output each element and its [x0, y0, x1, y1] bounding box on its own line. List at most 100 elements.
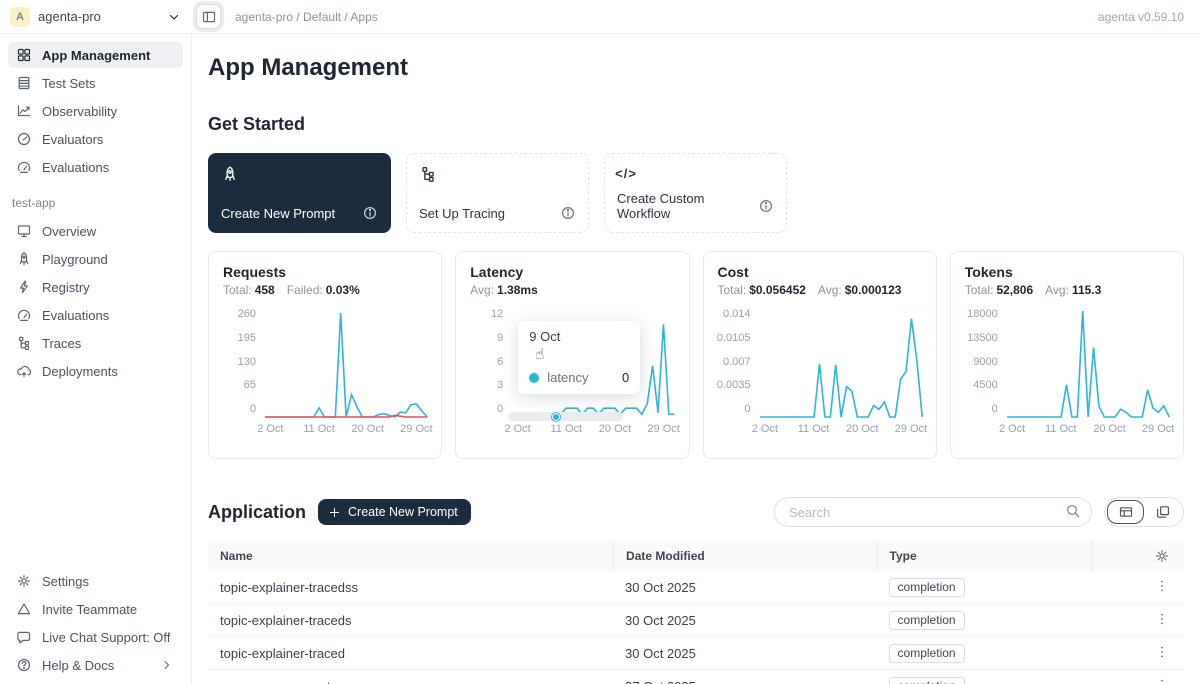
tooltip-series-name: latency [547, 370, 588, 385]
main-content: App Management Get Started Create New Pr… [192, 34, 1200, 684]
dots-vertical-icon[interactable] [1154, 611, 1170, 627]
tree-icon [419, 165, 437, 183]
dots-vertical-icon[interactable] [1154, 677, 1170, 684]
chart-plot[interactable] [1007, 311, 1169, 417]
sidebar-item-invite-teammate[interactable]: Invite Teammate [8, 596, 183, 622]
y-tick-label: 9000 [973, 357, 997, 368]
chart-hover-band [508, 412, 622, 421]
table-row-career-assessment[interactable]: career-assessment27 Oct 2025 completion [208, 670, 1184, 684]
x-tick-label: 20 Oct [846, 423, 878, 435]
chart-stats: Avg:1.38ms [470, 283, 674, 297]
sidebar-item-label: Evaluations [42, 160, 109, 175]
cell-date-modified: 27 Oct 2025 [613, 679, 877, 684]
series-dot-icon [529, 373, 539, 383]
search-icon[interactable] [1065, 503, 1081, 519]
get-started-card-set-up-tracing[interactable]: Set Up Tracing [406, 153, 589, 233]
info-icon[interactable] [362, 205, 378, 221]
table-view-button[interactable] [1107, 500, 1144, 524]
y-tick-label: 0.014 [723, 309, 751, 320]
dots-vertical-icon[interactable] [1154, 578, 1170, 594]
get-started-cards: Create New PromptSet Up Tracing</>Create… [208, 153, 1184, 233]
sidebar-item-label: Registry [42, 280, 90, 295]
chart-plot[interactable] [760, 311, 922, 417]
sidebar-item-evaluators[interactable]: Evaluators [8, 126, 183, 152]
sidebar-item-settings[interactable]: Settings [8, 568, 183, 594]
table-row-topic-explainer-traced[interactable]: topic-explainer-traced30 Oct 2025complet… [208, 637, 1184, 670]
sidebar-item-deployments[interactable]: Deployments [8, 358, 183, 384]
y-tick-label: 260 [238, 309, 256, 320]
chart-stat: Total:52,806 [965, 283, 1033, 297]
table-view-icon [1118, 504, 1134, 520]
chart-stat: Avg:$0.000123 [818, 283, 902, 297]
get-started-heading: Get Started [208, 114, 1184, 135]
y-tick-label: 12 [491, 309, 503, 320]
sidebar-item-label: Overview [42, 224, 96, 239]
get-started-card-create-custom-workflow[interactable]: </>Create Custom Workflow [604, 153, 787, 233]
type-badge: completion [889, 611, 965, 630]
sidebar-item-app-management[interactable]: App Management [8, 42, 183, 68]
chart-plot[interactable] [265, 311, 427, 417]
x-tick-label: 29 Oct [895, 423, 927, 435]
cloud-icon [16, 363, 32, 379]
table-settings-gear-icon[interactable] [1154, 548, 1170, 564]
sidebar-toggle-button[interactable] [196, 4, 221, 29]
chart-title: Latency [470, 264, 674, 280]
cell-name: career-assessment [208, 679, 613, 684]
sidebar-item-help-docs[interactable]: Help & Docs [8, 652, 183, 678]
column-header-date-modified[interactable]: Date Modified [613, 541, 877, 571]
get-started-card-create-new-prompt[interactable]: Create New Prompt [208, 153, 391, 233]
sidebar-item-live-chat-support-off[interactable]: Live Chat Support: Off [8, 624, 183, 650]
chart-plot[interactable]: 9 Oct☝latency0 [512, 311, 674, 417]
panel-icon [201, 9, 217, 25]
sidebar-item-observability[interactable]: Observability [8, 98, 183, 124]
chart-line-svg [265, 311, 427, 417]
chart-stat: Total:458 [223, 283, 275, 297]
create-new-prompt-button[interactable]: Create New Prompt [318, 499, 471, 525]
card-view-button[interactable] [1144, 500, 1181, 524]
y-tick-label: 0 [497, 404, 503, 415]
triangle-icon [16, 601, 32, 617]
column-header-name[interactable]: Name [208, 541, 613, 571]
dots-vertical-icon[interactable] [1154, 644, 1170, 660]
table-row-topic-explainer-traceds[interactable]: topic-explainer-traceds30 Oct 2025comple… [208, 604, 1184, 637]
sidebar-section-label: test-app [12, 196, 183, 210]
sidebar-item-traces[interactable]: Traces [8, 330, 183, 356]
y-tick-label: 0 [992, 404, 998, 415]
chart-stat: Avg:115.3 [1045, 283, 1101, 297]
sidebar-item-label: Evaluators [42, 132, 103, 147]
chart-title: Cost [718, 264, 922, 280]
chart-stat: Avg:1.38ms [470, 283, 538, 297]
type-badge: completion [889, 677, 965, 684]
create-button-label: Create New Prompt [348, 505, 458, 519]
table-icon [16, 75, 32, 91]
sidebar-item-registry[interactable]: Registry [8, 274, 183, 300]
table-row-topic-explainer-tracedss[interactable]: topic-explainer-tracedss30 Oct 2025compl… [208, 571, 1184, 604]
workspace-name: agenta-pro [38, 9, 158, 24]
gear-icon [16, 573, 32, 589]
y-tick-label: 195 [238, 333, 256, 344]
info-icon[interactable] [758, 198, 774, 214]
chart-stat: Failed:0.03% [287, 283, 360, 297]
x-tick-label: 29 Oct [1142, 423, 1174, 435]
y-axis: 260195130650 [223, 311, 265, 417]
chart-card-requests: RequestsTotal:458Failed:0.03%26019513065… [208, 251, 442, 459]
metric-charts: RequestsTotal:458Failed:0.03%26019513065… [208, 251, 1184, 459]
x-tick-label: 29 Oct [400, 423, 432, 435]
type-badge: completion [889, 578, 965, 597]
x-tick-label: 20 Oct [1093, 423, 1125, 435]
sidebar-item-evaluations[interactable]: Evaluations [8, 302, 183, 328]
sidebar-item-overview[interactable]: Overview [8, 218, 183, 244]
chart-title: Tokens [965, 264, 1169, 280]
pointer-cursor-icon: ☝ [535, 345, 544, 363]
x-tick-label: 2 Oct [999, 423, 1025, 435]
tooltip-value: 0 [622, 370, 629, 385]
sidebar-item-test-sets[interactable]: Test Sets [8, 70, 183, 96]
info-icon[interactable] [560, 205, 576, 221]
search-input[interactable] [774, 497, 1092, 527]
sidebar-item-evaluations[interactable]: Evaluations [8, 154, 183, 180]
column-header-type[interactable]: Type [877, 541, 1092, 571]
y-tick-label: 6 [497, 357, 503, 368]
y-tick-label: 130 [238, 357, 256, 368]
workspace-switcher[interactable]: A agenta-pro [0, 7, 192, 27]
sidebar-item-playground[interactable]: Playground [8, 246, 183, 272]
